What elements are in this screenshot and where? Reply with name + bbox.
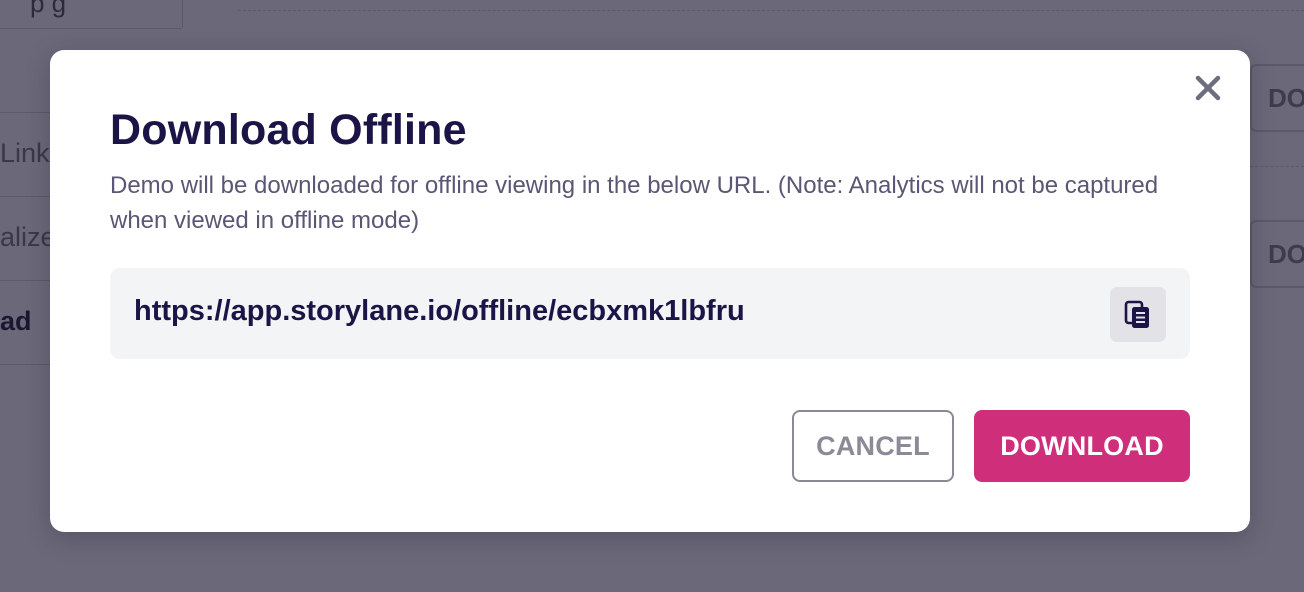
download-button[interactable]: DOWNLOAD — [974, 410, 1190, 482]
divider — [0, 364, 52, 365]
divider — [0, 280, 52, 281]
copy-url-button[interactable] — [1110, 287, 1166, 342]
modal-title: Download Offline — [110, 106, 467, 154]
app-page: p g Link alize ad DO DO Download Offline… — [0, 0, 1304, 592]
background-button: DO — [1250, 64, 1304, 132]
url-field: https://app.storylane.io/offline/ecbxmk1… — [110, 268, 1190, 359]
offline-url[interactable]: https://app.storylane.io/offline/ecbxmk1… — [134, 295, 745, 328]
download-offline-modal: Download Offline Demo will be downloaded… — [50, 50, 1250, 532]
close-button[interactable] — [1188, 68, 1228, 108]
background-item-download: ad — [0, 306, 32, 336]
background-top-text: p g — [30, 0, 67, 18]
modal-description: Demo will be downloaded for offline view… — [110, 172, 1159, 234]
divider — [182, 0, 183, 28]
close-icon — [1195, 75, 1221, 101]
divider — [0, 28, 182, 29]
background-item-link: Link — [0, 138, 50, 168]
background-dashed-line — [1250, 166, 1304, 167]
copy-icon — [1124, 300, 1149, 328]
divider — [0, 112, 52, 113]
background-dashed-line — [238, 10, 1304, 11]
cancel-button[interactable]: CANCEL — [792, 410, 954, 482]
divider — [0, 196, 52, 197]
background-button: DO — [1250, 220, 1304, 288]
background-item-personalize: alize — [0, 222, 52, 252]
